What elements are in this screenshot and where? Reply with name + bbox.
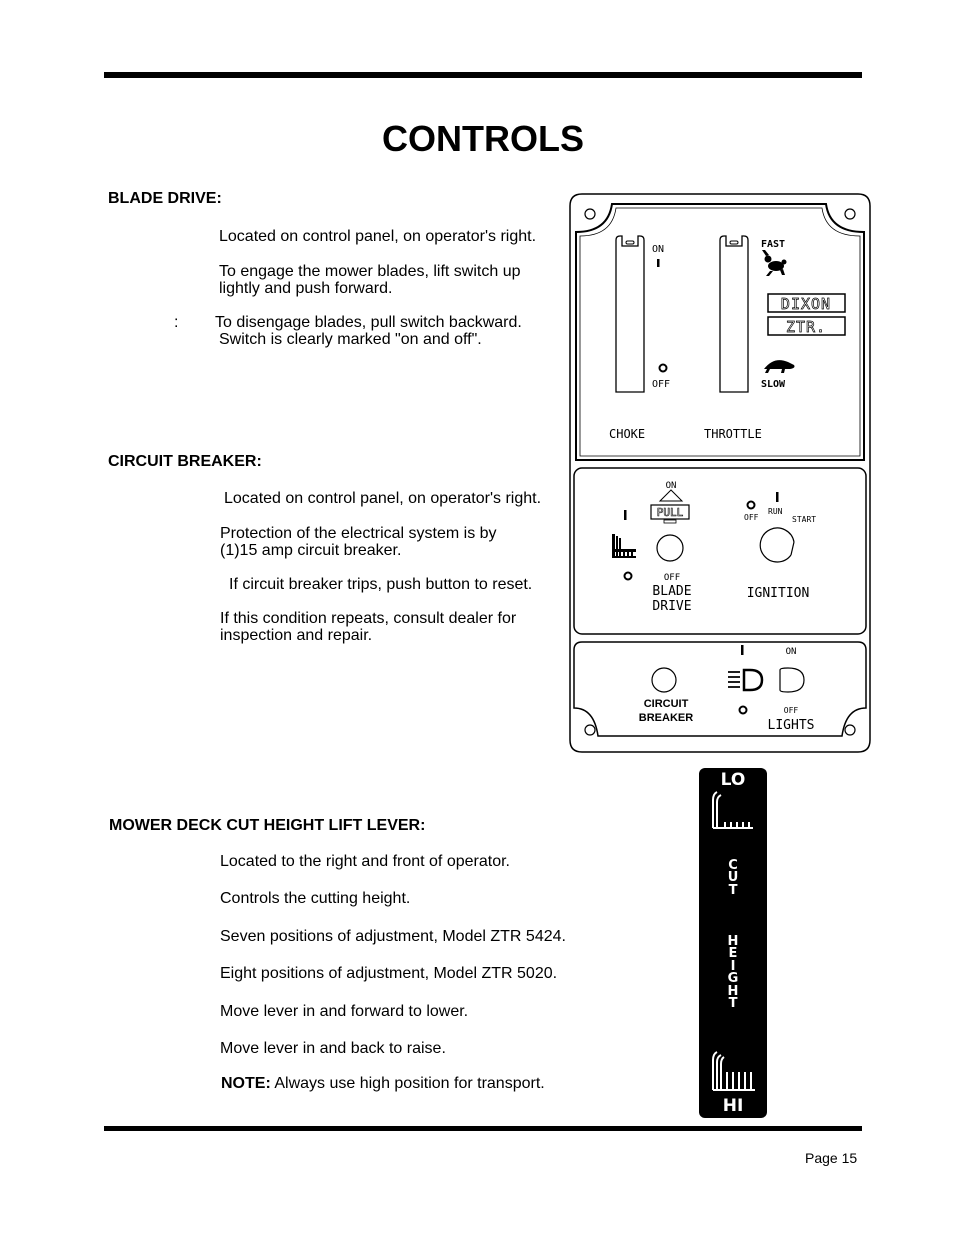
bottom-section-outline bbox=[573, 641, 867, 737]
lights-off-label: OFF bbox=[784, 706, 799, 715]
choke-on-label: ON bbox=[652, 244, 664, 255]
headlight-icon bbox=[728, 668, 764, 692]
blade-drive-engage-line1: To engage the mower blades, lift switch … bbox=[219, 263, 521, 280]
lights-on-label: ON bbox=[786, 647, 797, 657]
cut-height-controls: Controls the cutting height. bbox=[220, 890, 411, 907]
decal-hi-label: HI bbox=[722, 1096, 744, 1116]
decal-letter: T bbox=[728, 996, 738, 1012]
bottom-rule bbox=[104, 1126, 862, 1131]
rabbit-icon bbox=[762, 250, 787, 276]
note-text: Always use high position for transport. bbox=[270, 1075, 545, 1092]
choke-label: CHOKE bbox=[609, 427, 645, 441]
mount-hole-icon bbox=[844, 208, 856, 220]
brand-line2: ZTR. bbox=[786, 318, 826, 336]
ignition-start-label: START bbox=[792, 515, 816, 524]
mount-hole-icon bbox=[584, 724, 596, 736]
circuit-breaker-label-line2: BREAKER bbox=[639, 712, 693, 724]
cut-height-decal: LO C U T H E I G H T HI bbox=[699, 768, 767, 1118]
tall-grass-icon bbox=[712, 1051, 755, 1091]
turtle-icon bbox=[764, 360, 795, 373]
short-grass-icon bbox=[712, 791, 753, 829]
lights-switch bbox=[779, 667, 805, 693]
decal-height-vertical: H E I G H T bbox=[699, 935, 767, 1012]
blade-drive-engage-line2: lightly and push forward. bbox=[219, 280, 393, 297]
blade-on-mark-icon bbox=[624, 510, 627, 520]
blade-drive-off-label: OFF bbox=[664, 573, 680, 583]
choke-on-mark-icon bbox=[657, 259, 660, 267]
blade-drive-label-line2: DRIVE bbox=[652, 599, 691, 614]
throttle-slow-label: SLOW bbox=[761, 379, 786, 390]
page-number: Page 15 bbox=[805, 1150, 858, 1166]
circuit-breaker-repeat-line2: inspection and repair. bbox=[220, 627, 373, 644]
ignition-off-label: OFF bbox=[744, 513, 759, 522]
ignition-label: IGNITION bbox=[747, 586, 810, 601]
throttle-lever-slot bbox=[719, 235, 749, 393]
decal-letter: T bbox=[728, 882, 738, 898]
circuit-breaker-button bbox=[651, 667, 677, 693]
cut-height-location: Located to the right and front of operat… bbox=[220, 853, 510, 870]
blade-drive-label-line1: BLADE bbox=[652, 584, 691, 599]
lights-on-mark-icon bbox=[741, 645, 744, 655]
decal-lo-label: LO bbox=[720, 770, 746, 790]
control-panel-diagram: DIXON ZTR. ON OFF FAST SLOW CHOKE THROTT… bbox=[568, 192, 872, 754]
cut-height-raise: Move lever in and back to raise. bbox=[220, 1040, 446, 1057]
cut-height-note: NOTE: Always use high position for trans… bbox=[221, 1075, 545, 1092]
throttle-label: THROTTLE bbox=[704, 427, 762, 441]
circuit-breaker-reset: If circuit breaker trips, push button to… bbox=[229, 576, 533, 593]
top-rule bbox=[104, 72, 862, 78]
circuit-breaker-repeat-line1: If this condition repeats, consult deale… bbox=[220, 610, 517, 627]
throttle-fast-label: FAST bbox=[761, 239, 785, 250]
mount-hole-icon bbox=[844, 724, 856, 736]
lights-label: LIGHTS bbox=[768, 718, 815, 733]
circuit-breaker-protection-line2: (1)15 amp circuit breaker. bbox=[220, 542, 402, 559]
circuit-breaker-label-line1: CIRCUIT bbox=[644, 698, 689, 710]
ignition-run-mark-icon bbox=[776, 492, 779, 502]
choke-lever-slot bbox=[615, 235, 645, 393]
note-label: NOTE: bbox=[221, 1075, 271, 1092]
cut-height-seven-positions: Seven positions of adjustment, Model ZTR… bbox=[220, 928, 566, 945]
blade-drive-heading: BLADE DRIVE: bbox=[108, 190, 222, 207]
circuit-breaker-location: Located on control panel, on operator's … bbox=[224, 490, 542, 507]
blade-drive-knob bbox=[656, 534, 684, 562]
choke-off-mark-icon bbox=[658, 363, 668, 373]
pull-label: PULL bbox=[657, 506, 684, 519]
blade-drive-disengage-line1: To disengage blades, pull switch backwar… bbox=[215, 314, 522, 331]
blade-drive-disengage-line2: Switch is clearly marked "on and off". bbox=[219, 331, 482, 348]
page-title: CONTROLS bbox=[382, 118, 584, 159]
blade-drive-colon: : bbox=[174, 314, 179, 331]
cut-height-lower: Move lever in and forward to lower. bbox=[220, 1003, 469, 1020]
decal-cut-vertical: C U T bbox=[699, 859, 767, 898]
ignition-keyswitch bbox=[759, 527, 795, 563]
ignition-run-label: RUN bbox=[768, 507, 783, 516]
choke-off-label: OFF bbox=[652, 379, 670, 390]
lights-off-mark-icon bbox=[738, 705, 748, 715]
ignition-off-mark-icon bbox=[746, 500, 756, 510]
blade-off-mark-icon bbox=[623, 571, 633, 581]
circuit-breaker-protection-line1: Protection of the electrical system is b… bbox=[220, 525, 497, 542]
brand-line1: DIXON bbox=[781, 295, 831, 313]
blade-drive-location: Located on control panel, on operator's … bbox=[219, 228, 537, 245]
cut-height-heading: MOWER DECK CUT HEIGHT LIFT LEVER: bbox=[109, 817, 426, 834]
circuit-breaker-heading: CIRCUIT BREAKER: bbox=[108, 453, 262, 470]
cut-height-eight-positions: Eight positions of adjustment, Model ZTR… bbox=[220, 965, 558, 982]
mount-hole-icon bbox=[584, 208, 596, 220]
blade-grass-icon bbox=[612, 534, 636, 558]
pull-arrow-icon bbox=[658, 489, 684, 502]
